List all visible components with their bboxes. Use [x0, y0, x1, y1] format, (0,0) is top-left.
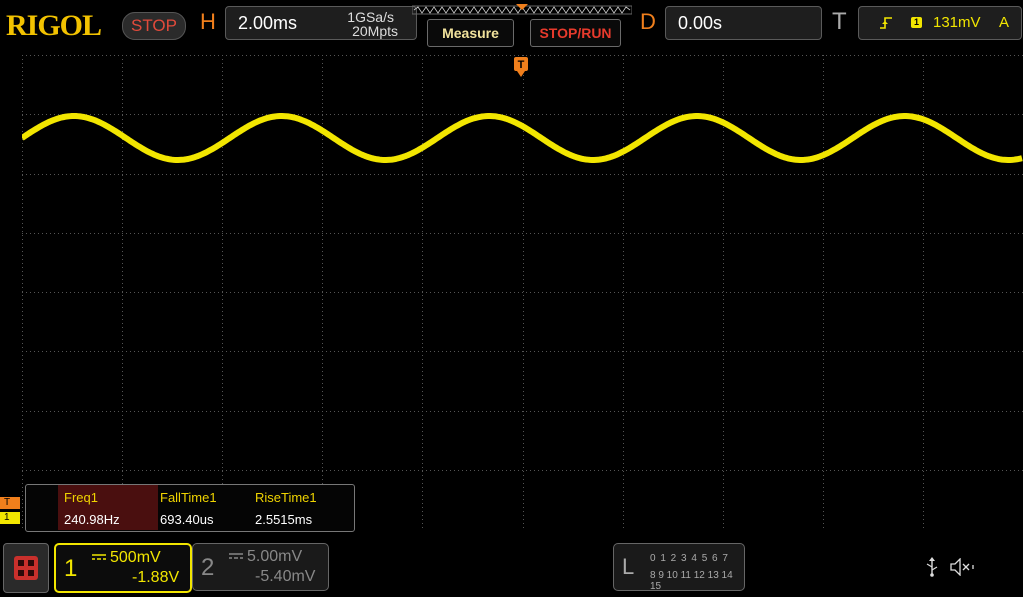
measure-label: Freq1 [64, 490, 98, 505]
delay-label: D [640, 9, 656, 34]
trigger-slope-icon [880, 17, 892, 29]
channel2-scale: 5.00mV [247, 548, 303, 565]
channel1-trace [22, 113, 1023, 163]
channel2-panel[interactable]: 2 5.00mV -5.40mV [192, 543, 329, 591]
horizontal-timebase-panel[interactable]: 2.00ms 1GSa/s 20Mpts [225, 6, 417, 40]
trigger-mode: A [999, 14, 1010, 31]
waveform-display[interactable] [22, 55, 1023, 529]
delay-value: 0.00s [678, 13, 723, 33]
dc-coupling-icon [92, 554, 106, 560]
horizontal-label: H [200, 9, 216, 34]
measure-button[interactable]: Measure [427, 19, 514, 47]
memory-depth: 20Mpts [352, 23, 398, 39]
speaker-muted-icon[interactable] [950, 558, 976, 576]
measure-value: 2.5515ms [255, 512, 313, 527]
run-state-badge[interactable]: STOP [122, 12, 186, 40]
memory-position-strip [412, 4, 632, 15]
brand-logo: RIGOL [6, 9, 102, 42]
channel1-offset-marker[interactable]: 1 [0, 512, 20, 524]
trigger-level-marker[interactable]: T [0, 497, 20, 509]
trigger-position-icon[interactable]: T [514, 57, 528, 77]
logic-analyzer-panel[interactable]: L 0 1 2 3 4 5 6 7 8 9 10 11 12 13 14 15 [613, 543, 745, 592]
trigger-label: T [832, 8, 847, 35]
logic-channels-row1: 0 1 2 3 4 5 6 7 [650, 553, 729, 564]
dc-coupling-icon [229, 553, 243, 559]
measure-value: 693.40us [160, 512, 214, 527]
trigger-level: 131mV [933, 14, 981, 31]
logic-label: L [622, 554, 635, 579]
trigger-panel[interactable]: 1 131mV A [858, 6, 1022, 40]
channel2-number: 2 [201, 554, 215, 581]
channel1-offset: -1.88V [132, 569, 180, 586]
usb-icon [926, 557, 938, 577]
stop-run-button[interactable]: STOP/RUN [530, 19, 621, 47]
menu-icon [14, 556, 38, 580]
measure-label: RiseTime1 [255, 490, 317, 505]
timebase-value: 2.00ms [238, 13, 298, 33]
channel1-number: 1 [64, 555, 78, 582]
measure-value: 240.98Hz [64, 512, 120, 527]
main-menu-button[interactable] [3, 543, 49, 593]
channel1-scale: 500mV [110, 549, 161, 566]
channel2-offset: -5.40mV [255, 568, 316, 585]
channel1-panel[interactable]: 1 500mV -1.88V [54, 543, 192, 593]
trigger-source-chip: 1 [911, 17, 922, 28]
measure-label: FallTime1 [160, 490, 217, 505]
delay-panel[interactable]: 0.00s [665, 6, 822, 40]
svg-text:T: T [518, 59, 525, 71]
measurement-table[interactable]: Freq1 240.98Hz FallTime1 693.40us RiseTi… [25, 484, 355, 532]
logic-channels-row2: 8 9 10 11 12 13 14 15 [650, 570, 733, 592]
